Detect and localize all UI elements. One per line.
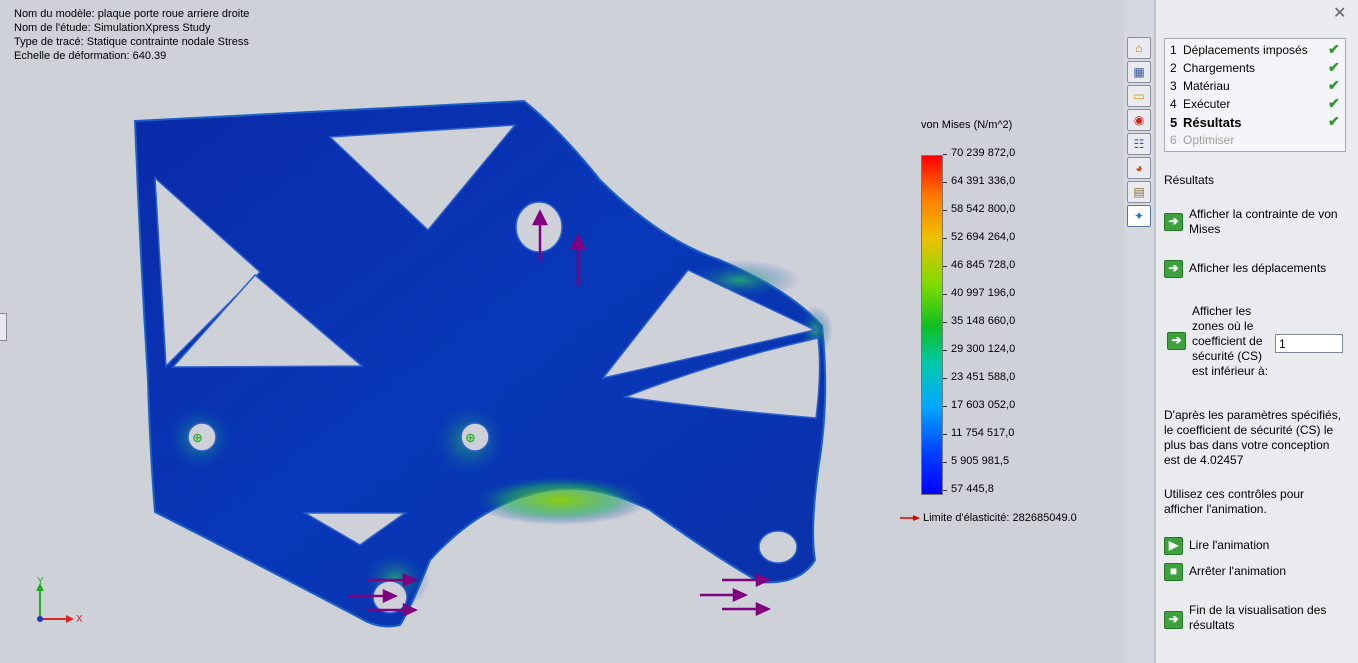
wizard-step-label: Optimiser <box>1183 133 1235 147</box>
legend-tick-label: 70 239 872,0 <box>951 147 1016 159</box>
legend-tick-mark <box>943 266 947 267</box>
wizard-step-number: 6 <box>1170 133 1177 147</box>
play-icon[interactable]: ▶ <box>1164 537 1183 555</box>
legend-tick-label: 11 754 517,0 <box>951 427 1015 439</box>
folder-icon[interactable]: ▭ <box>1127 85 1151 107</box>
fixture-icon: ⊕ <box>192 431 203 446</box>
graphics-viewport[interactable]: Nom du modèle: plaque porte roue arriere… <box>0 0 1124 663</box>
scene-icon[interactable]: ▤ <box>1127 181 1151 203</box>
wizard-step-2[interactable]: 2 Chargements <box>1170 61 1255 75</box>
show-fos-link[interactable]: Afficher les zones où le coefficient de … <box>1192 304 1274 379</box>
stress-plot-part[interactable]: ⊕ ⊕ <box>0 0 1124 663</box>
wizard-step-label: Chargements <box>1183 61 1256 75</box>
fos-conclusion: D'après les paramètres spécifiés, le coe… <box>1164 408 1342 467</box>
fos-threshold-input[interactable] <box>1275 334 1343 353</box>
legend-tick-label: 17 603 052,0 <box>951 399 1016 411</box>
legend-tick-label: 23 451 588,0 <box>951 371 1016 383</box>
home-icon[interactable]: ⌂ <box>1127 37 1151 59</box>
wizard-step-5[interactable]: 5 Résultats <box>1170 115 1242 130</box>
wizard-step-number: 1 <box>1170 43 1177 57</box>
legend-tick-label: 57 445,8 <box>951 483 994 495</box>
appearance-icon[interactable]: ◕ <box>1127 157 1151 179</box>
legend-tick-mark <box>943 322 947 323</box>
stop-animation-link[interactable]: Arrêter l'animation <box>1189 564 1349 579</box>
finish-results-link[interactable]: Fin de la visualisation des résultats <box>1189 603 1349 633</box>
collapse-handle[interactable] <box>0 313 7 341</box>
wizard-step-number: 5 <box>1170 115 1178 130</box>
wizard-step-label: Déplacements imposés <box>1183 43 1308 57</box>
play-animation-link[interactable]: Lire l'animation <box>1189 538 1349 553</box>
legend-tick-mark <box>943 490 947 491</box>
wizard-step-1[interactable]: 1 Déplacements imposés <box>1170 43 1308 57</box>
stop-icon[interactable]: ■ <box>1164 563 1183 581</box>
axis-x-label: X <box>76 614 83 625</box>
wizard-step-label: Exécuter <box>1183 97 1231 111</box>
legend-colorbar <box>921 155 943 495</box>
yield-strength: Limite d'élasticité: 282685049.0 <box>923 512 1077 524</box>
legend-tick-mark <box>943 182 947 183</box>
force-arrow <box>755 602 772 616</box>
check-icon: ✔ <box>1328 95 1340 111</box>
animation-note: Utilisez ces contrôles pour afficher l'a… <box>1164 487 1305 516</box>
go-arrow-icon[interactable]: ➔ <box>1167 332 1186 350</box>
go-arrow-icon[interactable]: ➔ <box>1164 260 1183 278</box>
wizard-step-6: 6 Optimiser <box>1170 133 1234 147</box>
legend-tick-mark <box>943 294 947 295</box>
show-stress-link[interactable]: Afficher la contrainte de von Mises <box>1189 207 1344 237</box>
axis-y-label: Y <box>37 576 44 587</box>
legend-title: von Mises (N/m^2) <box>921 119 1013 131</box>
wizard-step-number: 2 <box>1170 61 1177 75</box>
wizard-step-4[interactable]: 4 Exécuter <box>1170 97 1230 111</box>
force-arrow <box>732 588 749 602</box>
legend-tick-mark <box>943 350 947 351</box>
configuration-icon[interactable]: ☷ <box>1127 133 1151 155</box>
legend-tick-mark <box>943 434 947 435</box>
wizard-steps: 1 Déplacements imposés ✔ 2 Chargements ✔ 3 Maté… <box>1164 38 1346 152</box>
wizard-step-3[interactable]: 3 Matériau <box>1170 79 1230 93</box>
legend-tick-label: 58 542 800,0 <box>951 203 1016 215</box>
check-icon: ✔ <box>1328 77 1340 93</box>
wizard-step-number: 3 <box>1170 79 1177 93</box>
hotspot <box>470 475 650 525</box>
wizard-step-label: Résultats <box>1183 115 1242 130</box>
legend-tick-mark <box>943 378 947 379</box>
go-arrow-icon[interactable]: ➔ <box>1164 213 1183 231</box>
results-heading: Résultats <box>1164 173 1215 187</box>
go-arrow-icon[interactable]: ➔ <box>1164 611 1183 629</box>
legend-tick-mark <box>943 462 947 463</box>
legend-tick-label: 5 905 981,5 <box>951 455 1010 467</box>
legend-tick-mark <box>943 154 947 155</box>
close-icon[interactable]: ✕ <box>1333 3 1346 23</box>
tree-icon[interactable]: ▦ <box>1127 61 1151 83</box>
task-pane-tabs: ⌂ ▦ ▭ ◉ ☷ ◕ ▤ ✦ <box>1124 0 1154 663</box>
check-icon: ✔ <box>1328 59 1340 75</box>
study-icon[interactable]: ◉ <box>1127 109 1151 131</box>
check-icon: ✔ <box>1328 113 1340 129</box>
wizard-step-number: 4 <box>1170 97 1177 111</box>
legend-tick-label: 46 845 728,0 <box>951 259 1016 271</box>
legend-tick-label: 64 391 336,0 <box>951 175 1016 187</box>
legend-tick-label: 40 997 196,0 <box>951 287 1016 299</box>
show-displacement-link[interactable]: Afficher les déplacements <box>1189 261 1358 276</box>
yield-arrow-icon <box>900 515 920 521</box>
fixture-icon: ⊕ <box>465 431 476 446</box>
hole <box>758 530 798 564</box>
force-arrow <box>402 603 419 617</box>
legend-tick-mark <box>943 406 947 407</box>
legend-tick-mark <box>943 238 947 239</box>
legend-tick-label: 52 694 264,0 <box>951 231 1016 243</box>
wizard-step-label: Matériau <box>1183 79 1230 93</box>
legend-tick-label: 35 148 660,0 <box>951 315 1016 327</box>
simulation-icon[interactable]: ✦ <box>1127 205 1151 227</box>
axis-triad: Y X <box>36 576 83 625</box>
legend-tick-label: 29 300 124,0 <box>951 343 1016 355</box>
check-icon: ✔ <box>1328 41 1340 57</box>
legend-tick-mark <box>943 210 947 211</box>
